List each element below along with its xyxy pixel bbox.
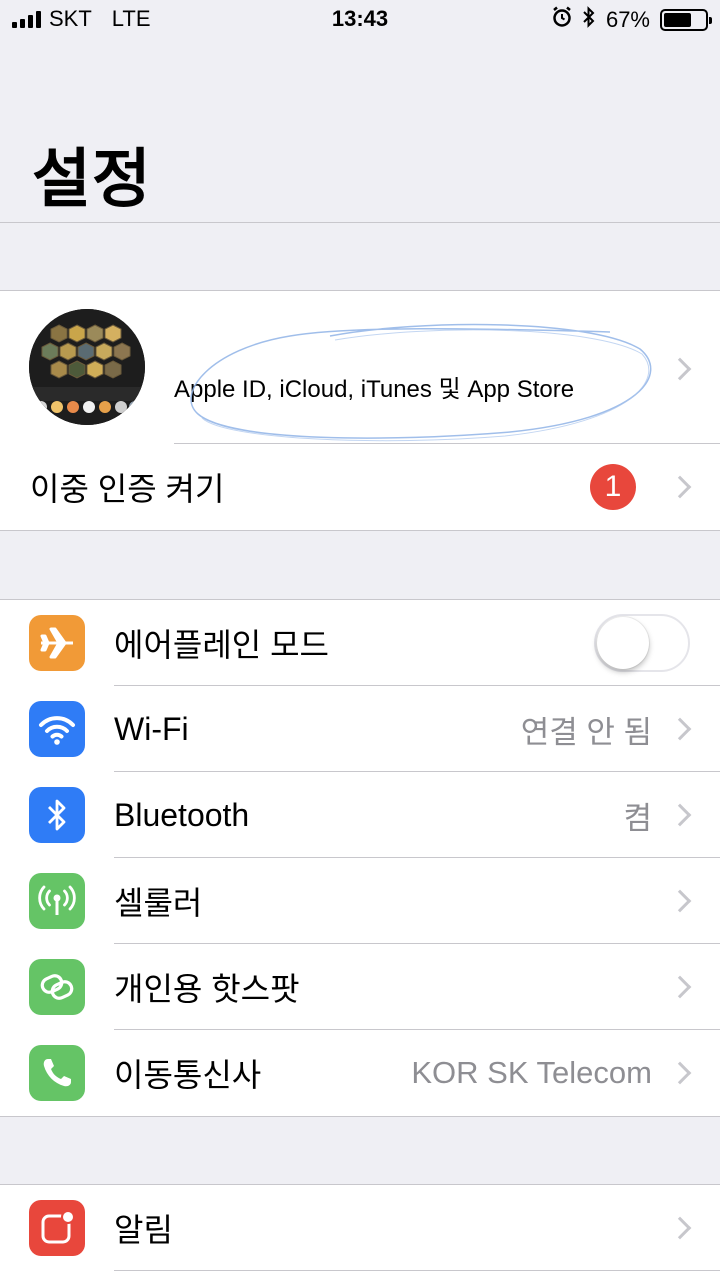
group-divider — [0, 530, 720, 531]
cellular-row[interactable]: 셀룰러 — [0, 858, 720, 944]
notifications-label: 알림 — [114, 1212, 173, 1248]
group-divider — [0, 1116, 720, 1117]
chevron-right-icon — [668, 889, 692, 913]
chevron-right-icon — [668, 975, 692, 999]
wifi-row[interactable]: Wi-Fi 연결 안 됨 — [0, 686, 720, 772]
bluetooth-icon — [29, 787, 85, 843]
carrier-value: KOR SK Telecom — [411, 1055, 652, 1090]
cellular-label: 셀룰러 — [114, 885, 203, 921]
cellular-icon — [29, 873, 85, 929]
two-factor-label: 이중 인증 켜기 — [30, 471, 225, 507]
chevron-right-icon — [668, 717, 692, 741]
carrier-row[interactable]: 이동통신사 KOR SK Telecom — [0, 1030, 720, 1116]
header-divider — [0, 222, 720, 223]
bluetooth-icon — [582, 6, 596, 34]
bluetooth-label: Bluetooth — [114, 796, 250, 833]
bluetooth-row[interactable]: Bluetooth 켬 — [0, 772, 720, 858]
airplane-mode-label: 에어플레인 모드 — [114, 627, 329, 663]
airplane-icon — [29, 615, 85, 671]
wifi-status: 연결 안 됨 — [520, 714, 652, 750]
two-factor-row[interactable]: 이중 인증 켜기 1 — [0, 444, 720, 530]
chevron-right-icon — [668, 357, 692, 381]
notifications-icon — [29, 1200, 85, 1256]
battery-percent: 67% — [605, 7, 650, 32]
avatar — [29, 309, 145, 425]
chevron-right-icon — [668, 803, 692, 827]
page-title: 설정 — [32, 143, 152, 215]
chevron-right-icon — [668, 1061, 692, 1085]
phone-icon — [29, 1045, 85, 1101]
bluetooth-status: 켬 — [623, 800, 652, 836]
network-group: 에어플레인 모드 Wi-Fi 연결 안 됨 Bluetooth 켬 셀룰러 개인… — [0, 600, 720, 1116]
chevron-right-icon — [668, 475, 692, 499]
wifi-icon — [29, 701, 85, 757]
status-bar: SKT LTE 13:43 67% — [0, 0, 720, 40]
alarm-icon — [552, 6, 572, 34]
wifi-label: Wi-Fi — [114, 710, 189, 747]
scribble-annotation — [190, 323, 652, 442]
notifications-row[interactable]: 알림 — [0, 1185, 720, 1271]
carrier-label: 이동통신사 — [114, 1057, 262, 1093]
notifications-group: 알림 — [0, 1185, 720, 1280]
airplane-mode-toggle[interactable] — [594, 614, 690, 672]
hotspot-row[interactable]: 개인용 핫스팟 — [0, 944, 720, 1030]
battery-icon — [660, 9, 712, 31]
airplane-mode-row[interactable]: 에어플레인 모드 — [0, 600, 720, 686]
notification-badge: 1 — [590, 464, 636, 510]
chevron-right-icon — [668, 1216, 692, 1240]
hotspot-icon — [29, 959, 85, 1015]
hotspot-label: 개인용 핫스팟 — [114, 971, 300, 1007]
